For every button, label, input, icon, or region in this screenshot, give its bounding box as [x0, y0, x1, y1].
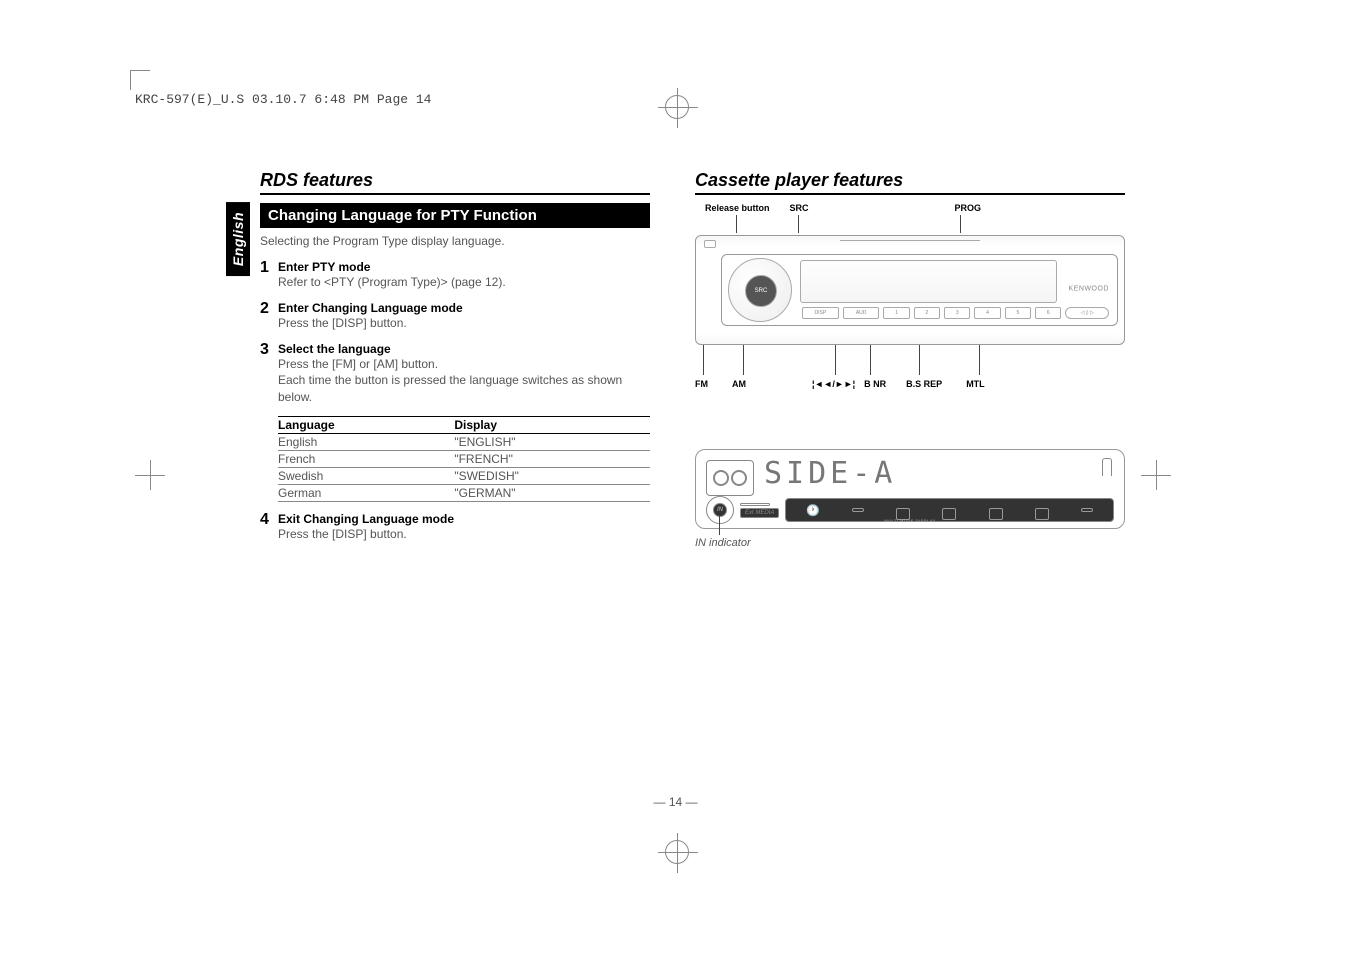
lcd-text: SIDE-A [764, 456, 896, 491]
step-desc: Press the [DISP] button. [278, 526, 650, 543]
intro-text: Selecting the Program Type display langu… [260, 234, 650, 248]
print-header: KRC-597(E)_U.S 03.10.7 6:48 PM Page 14 [135, 92, 431, 107]
step-4: 4 Exit Changing Language mode Press the … [260, 512, 650, 543]
display-screen-icon [800, 260, 1057, 303]
multi-mode-display-icon: 🕐 MULTI MODE DISPLAY [785, 498, 1114, 522]
table-header-language: Language [278, 416, 394, 433]
step-number: 3 [260, 342, 278, 406]
disp-cell: "SWEDISH" [394, 467, 650, 484]
step-desc: Press the [DISP] button. [278, 315, 650, 332]
bottom-callout-labels: FM AM ¦◄◄/►►¦ B NR B.S REP MTL [695, 379, 1125, 389]
preset-2-icon: 2 [914, 307, 940, 319]
disp-cell: "ENGLISH" [394, 433, 650, 450]
volume-knob-icon: SRC [728, 258, 792, 322]
bottom-callout-lines [695, 345, 1125, 375]
step-desc: Press the [FM] or [AM] button. Each time… [278, 356, 650, 406]
preset-4-icon: 4 [974, 307, 1000, 319]
brand-label: KENWOOD [1069, 285, 1109, 292]
language-table: Language Display English "ENGLISH" Frenc… [278, 416, 650, 502]
left-column: RDS features Changing Language for PTY F… [185, 170, 655, 553]
clock-icon: 🕐 [806, 504, 820, 517]
src-button-icon: SRC [745, 275, 777, 307]
preset-3-icon: 3 [944, 307, 970, 319]
section-heading-rds: RDS features [260, 170, 650, 195]
disp-cell: "GERMAN" [394, 484, 650, 501]
release-button-icon [704, 240, 716, 248]
cassette-icon [706, 460, 754, 496]
registration-mark [1131, 460, 1171, 500]
registration-mark [665, 840, 689, 864]
step-title: Enter PTY mode [278, 260, 650, 274]
callout-lines [695, 215, 1125, 235]
lcd-display-illustration: SIDE-A IN Ext MEDIA 🕐 [695, 449, 1125, 529]
section-heading-cassette: Cassette player features [695, 170, 1125, 195]
lang-cell: German [278, 484, 394, 501]
lcd-caption: IN indicator [695, 537, 1125, 549]
disp-button-icon: DISP [802, 307, 839, 319]
registration-mark [665, 95, 689, 119]
table-row: French "FRENCH" [278, 450, 650, 467]
table-row: Swedish "SWEDISH" [278, 467, 650, 484]
button-row: DISP AUD 1 2 3 4 5 6 ◁ ▯ ▷ [802, 305, 1109, 321]
label-bsrep: B.S REP [906, 379, 942, 389]
table-header-display: Display [394, 416, 650, 433]
aud-button-icon: AUD [843, 307, 880, 319]
step-desc: Refer to <PTY (Program Type)> (page 12). [278, 274, 650, 291]
label-fm: FM [695, 379, 708, 389]
corner-bracket-icon [1102, 458, 1112, 476]
lang-cell: Swedish [278, 467, 394, 484]
step-title: Enter Changing Language mode [278, 301, 650, 315]
registration-mark [135, 460, 175, 500]
subsection-title: Changing Language for PTY Function [260, 203, 650, 228]
top-callout-labels: Release button SRC PROG [695, 203, 1125, 213]
preset-1-icon: 1 [883, 307, 909, 319]
label-src: SRC [790, 203, 809, 213]
step-1: 1 Enter PTY mode Refer to <PTY (Program … [260, 260, 650, 291]
label-prog: PROG [955, 203, 982, 213]
disp-cell: "FRENCH" [394, 450, 650, 467]
lang-cell: English [278, 433, 394, 450]
knob-icon: IN [706, 496, 734, 524]
label-skip: ¦◄◄/►►¦ [812, 379, 855, 389]
page-number: — 14 — [653, 795, 697, 809]
step-title: Select the language [278, 342, 650, 356]
step-title: Exit Changing Language mode [278, 512, 650, 526]
cassette-slot-icon [840, 236, 980, 241]
step-3: 3 Select the language Press the [FM] or … [260, 342, 650, 406]
lang-cell: French [278, 450, 394, 467]
label-am: AM [732, 379, 746, 389]
label-mtl: MTL [966, 379, 985, 389]
label-release-button: Release button [705, 203, 770, 213]
preset-5-icon: 5 [1005, 307, 1031, 319]
eject-button-icon: ◁ ▯ ▷ [1065, 307, 1109, 319]
step-number: 1 [260, 260, 278, 291]
right-column: Cassette player features Release button … [695, 170, 1125, 553]
step-number: 4 [260, 512, 278, 543]
table-row: German "GERMAN" [278, 484, 650, 501]
step-number: 2 [260, 301, 278, 332]
receiver-illustration: FM AM SRC KENWOOD DISP AUD 1 2 3 4 5 6 [695, 235, 1125, 345]
step-2: 2 Enter Changing Language mode Press the… [260, 301, 650, 332]
in-indicator-icon: IN [713, 503, 727, 517]
label-bnr: B NR [864, 379, 886, 389]
ext-media-label: Ext MEDIA [740, 508, 779, 518]
preset-6-icon: 6 [1035, 307, 1061, 319]
crop-mark [130, 70, 150, 90]
table-row: English "ENGLISH" [278, 433, 650, 450]
